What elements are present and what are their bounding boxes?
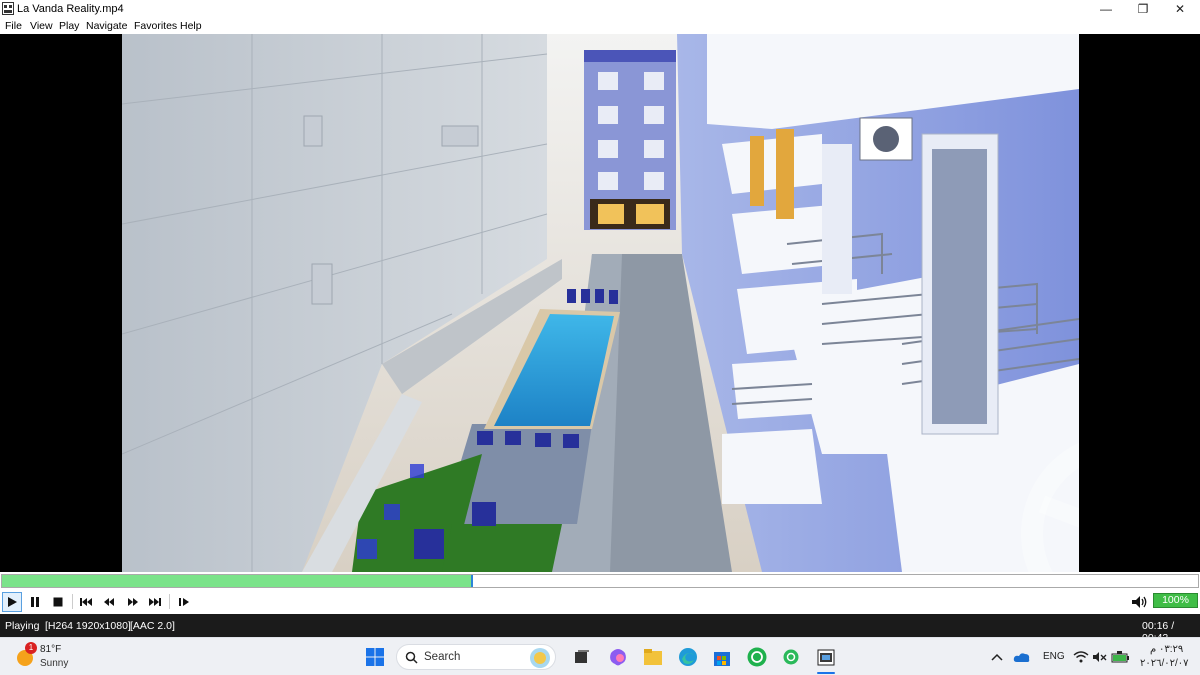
maximize-button[interactable]: ❐ <box>1125 0 1161 18</box>
video-area[interactable] <box>0 34 1200 572</box>
menu-file[interactable]: File <box>5 20 22 32</box>
taskbar-copilot[interactable] <box>607 646 629 668</box>
close-icon: ✕ <box>1174 2 1186 16</box>
taskbar-file-explorer[interactable] <box>642 646 664 668</box>
copilot-icon <box>610 649 626 666</box>
cloud-icon <box>1013 653 1030 662</box>
close-button[interactable]: ✕ <box>1162 0 1198 18</box>
menu-help[interactable]: Help <box>180 20 202 32</box>
windows-icon <box>366 648 384 666</box>
active-app-indicator <box>817 672 835 674</box>
video-frame-image <box>122 34 1079 572</box>
play-icon <box>8 597 17 607</box>
volume-muted-icon <box>1093 652 1107 662</box>
skip-next-icon <box>149 598 161 606</box>
title-bar: La Vanda Reality.mp4 — ❐ ✕ <box>0 0 1200 18</box>
weather-desc: Sunny <box>40 658 69 669</box>
minimize-button[interactable]: — <box>1088 0 1124 18</box>
search-highlight-icon <box>530 648 550 668</box>
rewind-button[interactable] <box>99 592 119 612</box>
separator <box>72 594 73 609</box>
speaker-icon <box>1132 596 1147 608</box>
start-button[interactable] <box>364 646 386 668</box>
taskbar-whatsapp-business[interactable] <box>780 646 802 668</box>
edge-icon <box>679 648 697 666</box>
frame-step-button[interactable] <box>174 592 194 612</box>
chevron-up-icon <box>991 653 1003 661</box>
language-indicator[interactable]: ENG <box>1043 651 1065 662</box>
taskbar-whatsapp[interactable] <box>746 646 768 668</box>
taskbar-edge[interactable] <box>677 646 699 668</box>
video-frame <box>122 34 1079 572</box>
volume-slider[interactable]: 100% <box>1153 593 1198 608</box>
app-icon <box>2 2 14 15</box>
video-codec: [H264 1920x1080] <box>45 620 131 632</box>
media-player-icon <box>817 649 835 666</box>
taskbar-store[interactable] <box>711 646 733 668</box>
battery-icon <box>1111 651 1129 663</box>
weather-temp: 81°F <box>40 644 62 655</box>
task-view-icon <box>575 650 589 663</box>
play-button[interactable] <box>2 592 22 612</box>
minimize-icon: — <box>1100 2 1112 16</box>
seek-bar[interactable] <box>1 574 1199 588</box>
next-button[interactable] <box>145 592 165 612</box>
rewind-icon <box>104 598 114 606</box>
menu-navigate[interactable]: Navigate <box>86 20 127 32</box>
seek-progress <box>2 575 471 587</box>
audio-codec: [AAC 2.0] <box>130 620 175 632</box>
taskbar: 1 81°F Sunny Search ENG ٠٣:٢٩ م ٢٠٢٦/٠٢/… <box>0 637 1200 675</box>
fast-forward-button[interactable] <box>123 592 143 612</box>
wifi-icon <box>1073 651 1089 663</box>
menu-play[interactable]: Play <box>59 20 79 32</box>
tray-volume[interactable] <box>1089 646 1111 668</box>
frame-step-icon <box>179 598 189 606</box>
tray-onedrive[interactable] <box>1011 646 1033 668</box>
previous-button[interactable] <box>76 592 96 612</box>
fast-forward-icon <box>128 598 138 606</box>
tray-battery[interactable] <box>1110 646 1132 668</box>
seek-thumb[interactable] <box>471 575 473 587</box>
whatsapp-icon <box>747 647 767 667</box>
taskbar-task-view[interactable] <box>571 646 593 668</box>
menu-favorites[interactable]: Favorites <box>134 20 177 32</box>
clock-time[interactable]: ٠٣:٢٩ م <box>1150 644 1183 655</box>
weather-badge: 1 <box>25 642 37 654</box>
tray-overflow-button[interactable] <box>986 646 1008 668</box>
window-title: La Vanda Reality.mp4 <box>17 3 124 15</box>
playback-state: Playing <box>5 620 40 632</box>
menu-bar: File View Play Navigate Favorites Help <box>0 18 1200 34</box>
clock-date[interactable]: ٢٠٢٦/٠٢/٠٧ <box>1140 658 1189 669</box>
folder-icon <box>644 649 662 665</box>
whatsapp-business-icon <box>783 649 799 665</box>
taskbar-media-player[interactable] <box>815 646 837 668</box>
control-bar: 100% <box>0 589 1200 614</box>
stop-icon <box>53 597 63 607</box>
search-box[interactable]: Search <box>396 644 556 670</box>
mute-button[interactable] <box>1130 592 1150 612</box>
store-icon <box>714 652 730 666</box>
pause-icon <box>31 597 39 607</box>
restore-icon: ❐ <box>1137 2 1149 16</box>
menu-view[interactable]: View <box>30 20 53 32</box>
skip-previous-icon <box>80 598 92 606</box>
separator <box>169 594 170 609</box>
search-icon <box>405 651 418 664</box>
stop-button[interactable] <box>48 592 68 612</box>
pause-button[interactable] <box>25 592 45 612</box>
status-bar: Playing [H264 1920x1080] [AAC 2.0] 00:16… <box>0 614 1200 644</box>
search-label: Search <box>424 651 461 663</box>
